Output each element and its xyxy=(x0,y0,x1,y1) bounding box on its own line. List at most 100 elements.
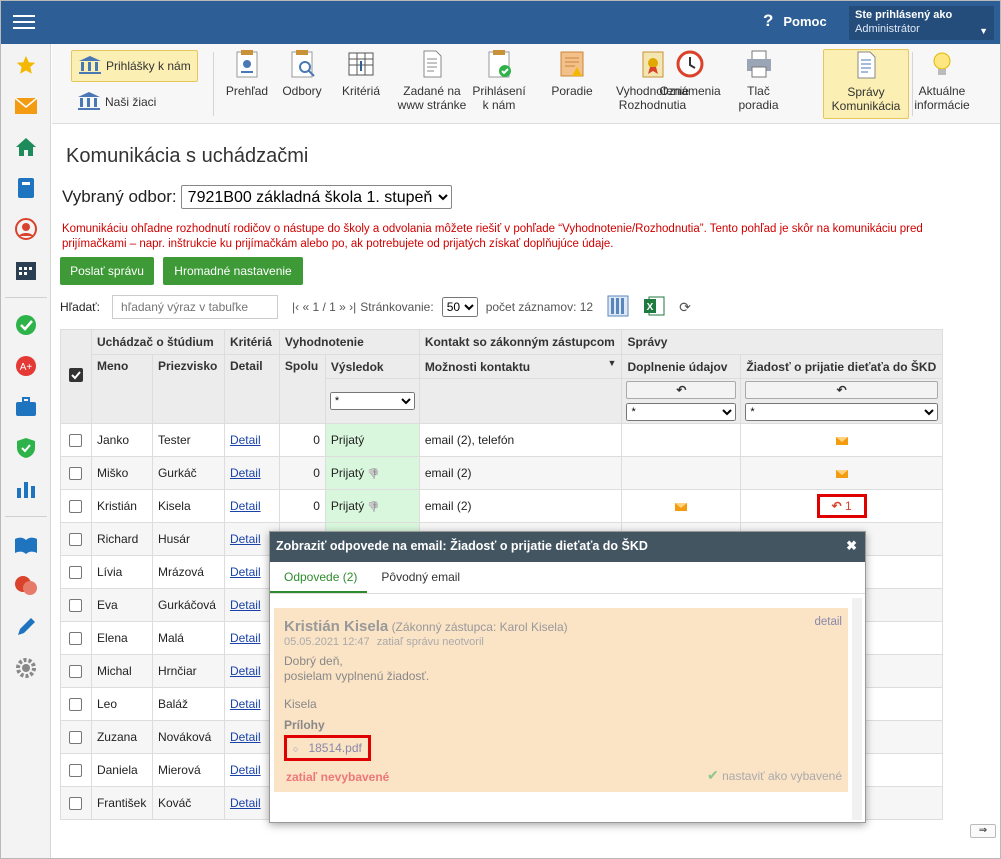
detail-link[interactable]: Detail xyxy=(230,499,261,513)
poradie-button[interactable]: Poradie xyxy=(548,49,596,119)
detail-link[interactable]: Detail xyxy=(230,664,261,678)
star-icon[interactable] xyxy=(13,52,39,78)
row-checkbox[interactable] xyxy=(69,434,83,448)
spravy-button[interactable]: Správy Komunikácia xyxy=(823,49,909,119)
col-moznosti[interactable]: Možnosti kontaktu ▼ xyxy=(418,354,623,379)
table-row[interactable]: Janko Tester Detail 0 Prijatý email (2), tele… xyxy=(60,423,943,457)
reply-detail-link[interactable]: detail xyxy=(815,616,843,628)
kriteria-button[interactable]: Kritériá xyxy=(337,49,385,119)
cell-meno: Elena xyxy=(90,621,153,655)
mail-icon[interactable] xyxy=(675,502,688,511)
aktualne-button[interactable]: Aktuálne informácie xyxy=(908,49,976,119)
detail-link[interactable]: Detail xyxy=(230,763,261,777)
ziadost-replies-button[interactable]: ↶ xyxy=(745,381,938,399)
tab-replies[interactable]: Odpovede (2) xyxy=(270,562,368,593)
pencil-icon[interactable] xyxy=(13,614,39,640)
search-input[interactable] xyxy=(112,295,279,319)
shield-icon[interactable] xyxy=(13,435,39,461)
col-priezvisko[interactable]: Priezvisko xyxy=(151,354,225,424)
reader-icon[interactable] xyxy=(13,532,39,558)
columns-icon[interactable] xyxy=(607,295,629,320)
zadane-button[interactable]: Zadané na www stránke xyxy=(393,49,471,119)
mark-done-button[interactable]: ✔ nastaviť ako vybavené xyxy=(707,767,842,784)
attachment-link[interactable]: ○ 18514.pdf xyxy=(284,735,371,761)
help-button[interactable]: ? Pomoc xyxy=(763,11,827,31)
bulk-settings-button[interactable]: Hromadné nastavenie xyxy=(163,257,303,285)
tlac-button[interactable]: Tlač poradia xyxy=(738,49,779,119)
replies-count-button[interactable]: ↶ 1 xyxy=(816,494,867,518)
col-ziadost[interactable]: Žiadosť o prijatie dieťaťa do ŠKD xyxy=(740,354,943,379)
students-button[interactable]: Naši žiaci xyxy=(71,86,162,118)
cell-meno: Lívia xyxy=(90,555,153,589)
mail-icon[interactable] xyxy=(835,469,848,478)
detail-link[interactable]: Detail xyxy=(230,466,261,480)
col-meno[interactable]: Meno xyxy=(90,354,153,424)
tab-original-email[interactable]: Pôvodný email xyxy=(367,562,470,593)
home-icon[interactable] xyxy=(13,134,39,160)
row-checkbox[interactable] xyxy=(69,764,83,778)
detail-link[interactable]: Detail xyxy=(230,532,261,546)
person-icon[interactable] xyxy=(13,216,39,242)
vysledok-filter[interactable]: * xyxy=(329,392,415,410)
row-checkbox[interactable] xyxy=(69,599,83,613)
ziadost-filter[interactable]: * xyxy=(745,403,938,421)
chart-icon[interactable] xyxy=(13,476,39,502)
user-menu[interactable]: Ste prihlásený ako Administrátor ▼ xyxy=(849,6,994,40)
book-icon[interactable] xyxy=(13,175,39,201)
prehlad-label-1: Prehľad xyxy=(225,84,269,98)
col-doplnenie[interactable]: Doplnenie údajov xyxy=(621,354,742,379)
oznamenia-button[interactable]: Oznámenia xyxy=(654,49,726,119)
page-size-select[interactable]: 50 xyxy=(441,297,478,317)
table-row[interactable]: Kristián Kisela Detail 0 Prijatý 👎 email (2) ↶… xyxy=(60,489,943,523)
menu-icon[interactable] xyxy=(13,11,35,33)
doplnenie-filter[interactable]: * xyxy=(626,403,737,421)
row-checkbox[interactable] xyxy=(69,665,83,679)
col-spolu[interactable]: Spolu xyxy=(278,354,326,424)
row-checkbox[interactable] xyxy=(69,731,83,745)
row-checkbox[interactable] xyxy=(69,500,83,514)
cell-detail: Detail xyxy=(223,456,280,490)
detail-link[interactable]: Detail xyxy=(230,730,261,744)
mail-icon[interactable] xyxy=(835,436,848,445)
badge-icon[interactable]: A+ xyxy=(13,353,39,379)
mail-icon[interactable] xyxy=(13,93,39,119)
detail-link[interactable]: Detail xyxy=(230,796,261,810)
expand-toggle[interactable]: ⇒ xyxy=(970,824,996,838)
doplnenie-replies-button[interactable]: ↶ xyxy=(626,381,737,399)
row-checkbox[interactable] xyxy=(69,533,83,547)
refresh-icon[interactable]: ⟳ xyxy=(679,299,691,316)
detail-link[interactable]: Detail xyxy=(230,631,261,645)
check-icon[interactable] xyxy=(13,312,39,338)
odbor-select[interactable]: 7921B00 základná škola 1. stupeň xyxy=(180,185,452,209)
spravy-label-1: Správy xyxy=(847,85,885,99)
gear-icon[interactable] xyxy=(13,655,39,681)
excel-icon[interactable]: X xyxy=(643,295,665,320)
row-checkbox[interactable] xyxy=(69,698,83,712)
applications-button[interactable]: Prihlášky k nám xyxy=(71,50,198,82)
odbory-button[interactable]: Odbory xyxy=(278,49,326,119)
cell-priezvisko: Kisela xyxy=(151,489,225,523)
send-message-button[interactable]: Poslať správu xyxy=(60,257,154,285)
select-all-checkbox[interactable] xyxy=(60,329,92,424)
briefcase-icon[interactable] xyxy=(13,394,39,420)
row-checkbox[interactable] xyxy=(69,797,83,811)
row-select-cell xyxy=(60,456,92,490)
popup-scrollbar[interactable] xyxy=(852,598,862,820)
chat-icon[interactable] xyxy=(13,573,39,599)
app-window: ? Pomoc Ste prihlásený ako Administrátor… xyxy=(0,0,1001,859)
pager-nav[interactable]: |‹ « 1 / 1 » ›| xyxy=(292,300,356,314)
prehlad-button[interactable]: Prehľad xyxy=(223,49,271,119)
calendar-icon[interactable] xyxy=(13,257,39,283)
col-vysledok[interactable]: Výsledok xyxy=(324,354,420,379)
close-icon[interactable]: ✖ xyxy=(846,538,857,554)
detail-link[interactable]: Detail xyxy=(230,697,261,711)
detail-link[interactable]: Detail xyxy=(230,565,261,579)
row-checkbox[interactable] xyxy=(69,467,83,481)
detail-link[interactable]: Detail xyxy=(230,598,261,612)
table-row[interactable]: Miško Gurkáč Detail 0 Prijatý 👎 email (2) xyxy=(60,456,943,490)
detail-link[interactable]: Detail xyxy=(230,433,261,447)
pager: |‹ « 1 / 1 » ›| Stránkovanie: 50 počet z… xyxy=(292,295,691,320)
row-checkbox[interactable] xyxy=(69,566,83,580)
row-checkbox[interactable] xyxy=(69,632,83,646)
prihlaseni-button[interactable]: Prihlásení k nám xyxy=(470,49,528,119)
